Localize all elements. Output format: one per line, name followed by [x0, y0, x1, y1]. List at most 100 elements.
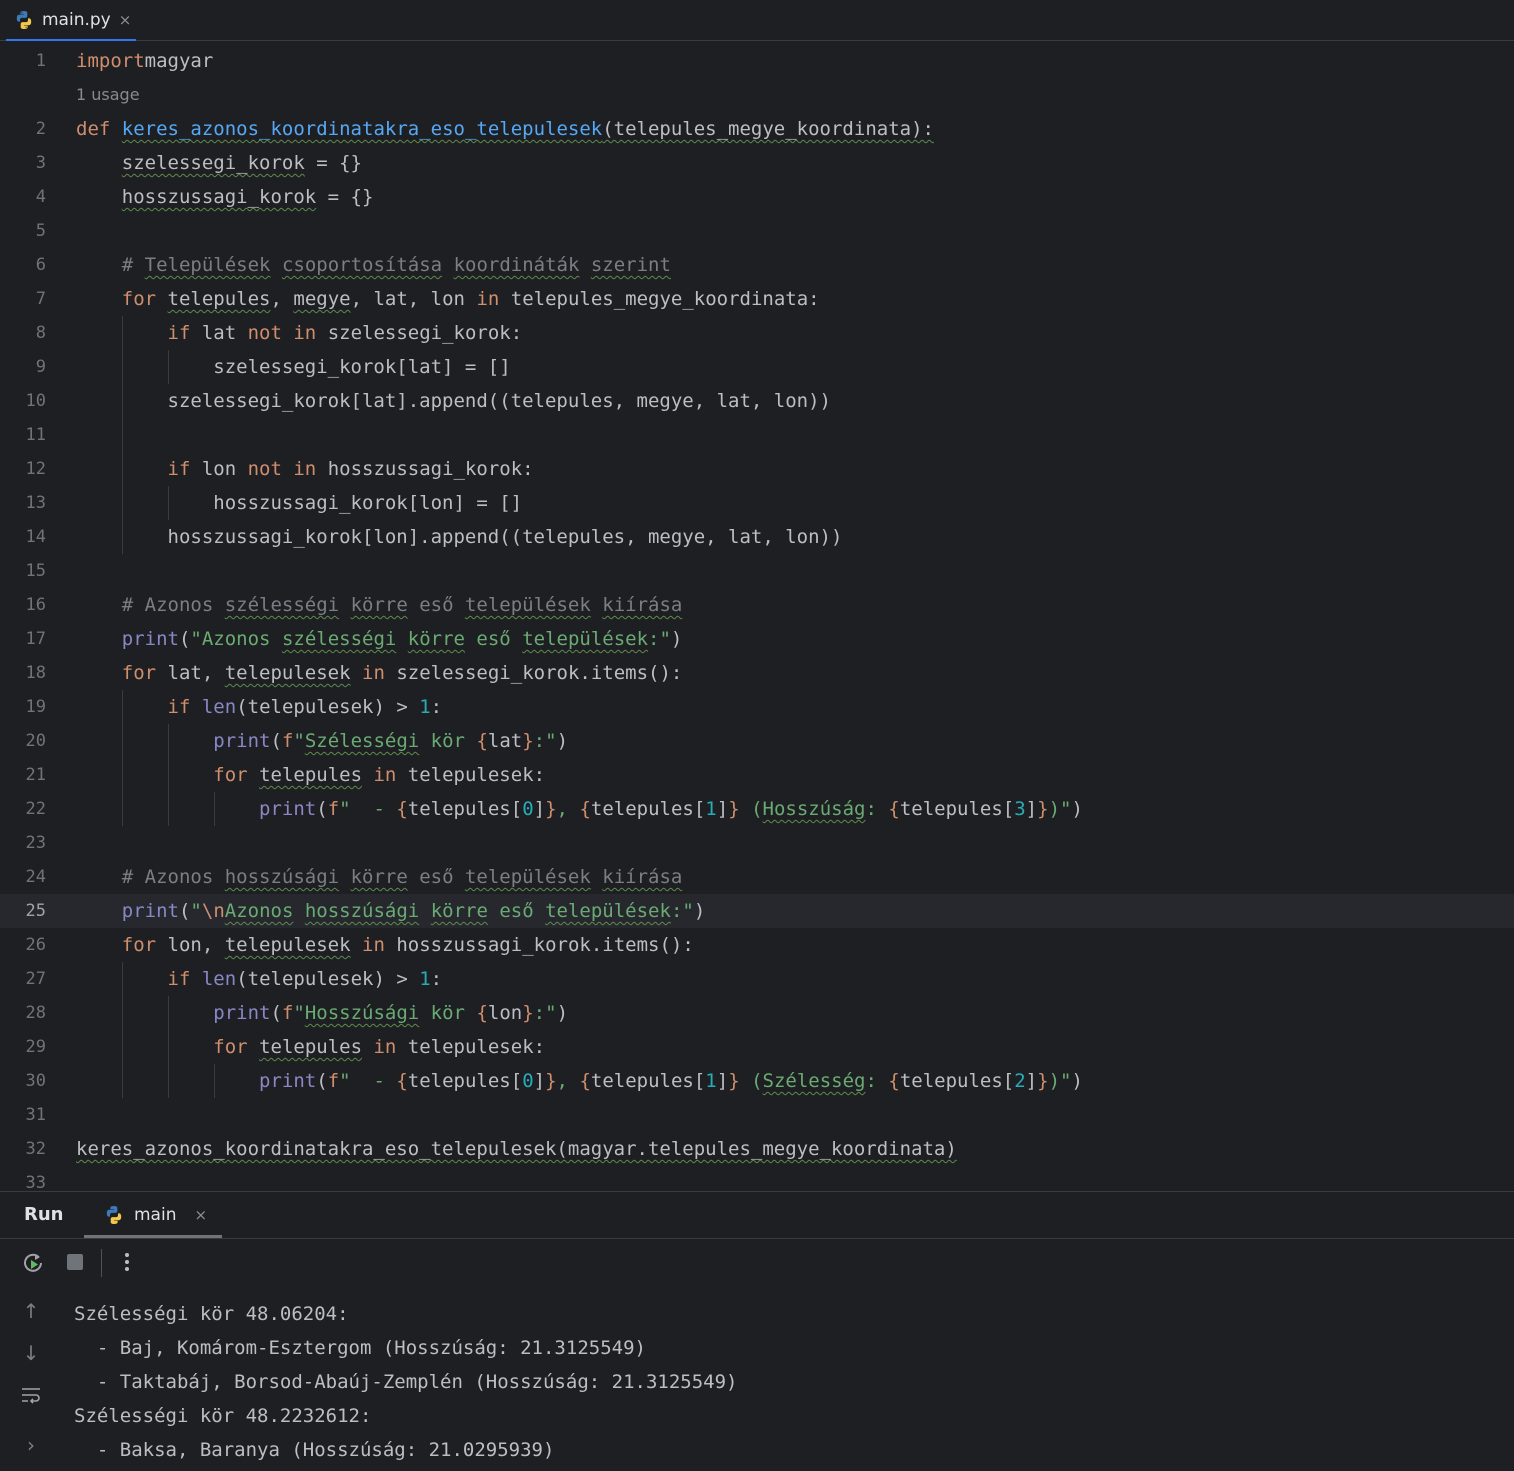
code-token: #: [121, 254, 145, 276]
code-token: kör: [419, 1002, 477, 1024]
usage-hint[interactable]: 1 usage: [76, 78, 140, 112]
code-token: Szélesség: [762, 1070, 866, 1092]
tab-main-py[interactable]: main.py ×: [6, 0, 139, 40]
code-line[interactable]: 31: [0, 1098, 1514, 1132]
code-token: eső: [407, 866, 465, 888]
code-line[interactable]: 16 # Azonos szélességi körre eső települ…: [0, 588, 1514, 622]
code-token: hosszúsági: [224, 866, 340, 888]
code-line[interactable]: 25 print("\nAzonos hosszúsági körre eső …: [0, 894, 1514, 928]
code-line[interactable]: 8 if lat not in szelessegi_korok:: [0, 316, 1514, 350]
code-line[interactable]: 33: [0, 1166, 1514, 1191]
more-vertical-icon[interactable]: [114, 1249, 140, 1275]
code-line[interactable]: 6 # Települések csoportosítása koordinát…: [0, 248, 1514, 282]
code-token: kiírása: [602, 594, 683, 616]
code-line[interactable]: 4 hosszussagi_korok = {}: [0, 180, 1514, 214]
code-line[interactable]: 2 def keres_azonos_koordinatakra_eso_tele…: [0, 112, 1514, 146]
code-token: szélességi: [281, 628, 397, 650]
code-token: f: [327, 1070, 340, 1092]
code-token: for: [121, 662, 157, 684]
code-line[interactable]: 7 for telepules, megye, lat, lon in tele…: [0, 282, 1514, 316]
arrow-down-icon[interactable]: ↓: [18, 1340, 44, 1366]
code-token: :: [430, 696, 443, 718]
code-token: for: [121, 288, 157, 310]
code-token: csoportosítása: [281, 254, 443, 276]
code-line[interactable]: 24 # Azonos hosszúsági körre eső települ…: [0, 860, 1514, 894]
code-token: f: [281, 1002, 294, 1024]
tab-close-icon[interactable]: ×: [119, 11, 132, 29]
code-line[interactable]: 26 for lon, telepulesek in hosszussagi_k…: [0, 928, 1514, 962]
code-token: eső: [464, 628, 523, 650]
code-line[interactable]: 17 print("Azonos szélességi körre eső te…: [0, 622, 1514, 656]
code-line[interactable]: 23: [0, 826, 1514, 860]
code-line[interactable]: 22 print(f" - {telepules[0]}, {telepules…: [0, 792, 1514, 826]
code-line[interactable]: 28 print(f"Hosszúsági kör {lon}:"): [0, 996, 1514, 1030]
rerun-icon[interactable]: [20, 1249, 46, 1275]
code-token: in: [476, 288, 500, 310]
code-text: if len(telepulesek) > 1:: [76, 962, 443, 996]
code-token: print: [121, 628, 179, 650]
code-line[interactable]: 27 if len(telepulesek) > 1:: [0, 962, 1514, 996]
code-token: lon: [487, 1002, 523, 1024]
code-token: koordináták: [453, 254, 580, 276]
run-panel-title: Run: [24, 1204, 64, 1225]
code-line[interactable]: 12 if lon not in hosszussagi_korok:: [0, 452, 1514, 486]
code-token: in: [373, 1036, 397, 1058]
code-token: ): [556, 1002, 569, 1024]
code-token: }: [728, 798, 740, 820]
code-token: )": [1048, 1070, 1072, 1092]
code-line[interactable]: 1 importmagyar: [0, 44, 1514, 78]
line-number: 2: [35, 119, 46, 139]
soft-wrap-icon[interactable]: [18, 1382, 44, 1408]
code-line[interactable]: 9 szelessegi_korok[lat] = []: [0, 350, 1514, 384]
line-number: 9: [35, 357, 46, 377]
code-line[interactable]: 19 if len(telepulesek) > 1:: [0, 690, 1514, 724]
code-token: {: [579, 1070, 591, 1092]
code-text: szelessegi_korok = {}: [76, 146, 362, 180]
code-token: {: [476, 1002, 488, 1024]
indent-guide: [167, 724, 169, 826]
code-line[interactable]: 10 szelessegi_korok[lat].append((telepul…: [0, 384, 1514, 418]
indent-guide: [122, 316, 123, 554]
code-line[interactable]: 29 for telepules in telepulesek:: [0, 1030, 1514, 1064]
code-token: (: [316, 798, 328, 820]
line-number: 14: [25, 527, 46, 547]
line-number: 19: [25, 697, 46, 717]
code-line[interactable]: 13 hosszussagi_korok[lon] = []: [0, 486, 1514, 520]
code-token: print: [259, 1070, 317, 1092]
python-file-icon: [16, 11, 32, 29]
code-line[interactable]: 20 print(f"Szélességi kör {lat}:"): [0, 724, 1514, 758]
code-line[interactable]: 21 for telepules in telepulesek:: [0, 758, 1514, 792]
code-line[interactable]: 5: [0, 214, 1514, 248]
code-line[interactable]: 11: [0, 418, 1514, 452]
code-token: telepules: [167, 288, 271, 310]
code-line[interactable]: 30 print(f" - {telepules[0]}, {telepules…: [0, 1064, 1514, 1098]
run-tab-main[interactable]: main ×: [84, 1192, 222, 1238]
code-token: {: [396, 1070, 408, 1092]
run-tab-close-icon[interactable]: ×: [194, 1206, 207, 1224]
code-token: telepules[: [407, 1070, 523, 1092]
code-line[interactable]: 3 szelessegi_korok = {}: [0, 146, 1514, 180]
chevron-right-icon[interactable]: ›: [18, 1432, 44, 1458]
code-line[interactable]: 14 hosszussagi_korok[lon].append((telepu…: [0, 520, 1514, 554]
code-token: \n: [201, 900, 225, 922]
code-line[interactable]: 18 for lat, telepulesek in szelessegi_ko…: [0, 656, 1514, 690]
code-editor[interactable]: 1 usage 1 importmagyar 2 def keres_azonos_k…: [0, 41, 1514, 1191]
code-token: lon: [190, 458, 248, 480]
arrow-up-icon[interactable]: ↑: [18, 1298, 44, 1324]
line-number: 29: [25, 1037, 46, 1057]
code-line[interactable]: 32 keres_azonos_koordinatakra_eso_telepul…: [0, 1132, 1514, 1166]
code-text: keres_azonos_koordinatakra_eso_telepules…: [76, 1132, 957, 1166]
stop-icon[interactable]: [62, 1249, 88, 1275]
code-token: ]: [533, 798, 546, 820]
code-token: = {}: [304, 152, 362, 174]
code-token: :: [865, 798, 889, 820]
code-line[interactable]: 15: [0, 554, 1514, 588]
run-tab-label: main: [134, 1205, 177, 1225]
